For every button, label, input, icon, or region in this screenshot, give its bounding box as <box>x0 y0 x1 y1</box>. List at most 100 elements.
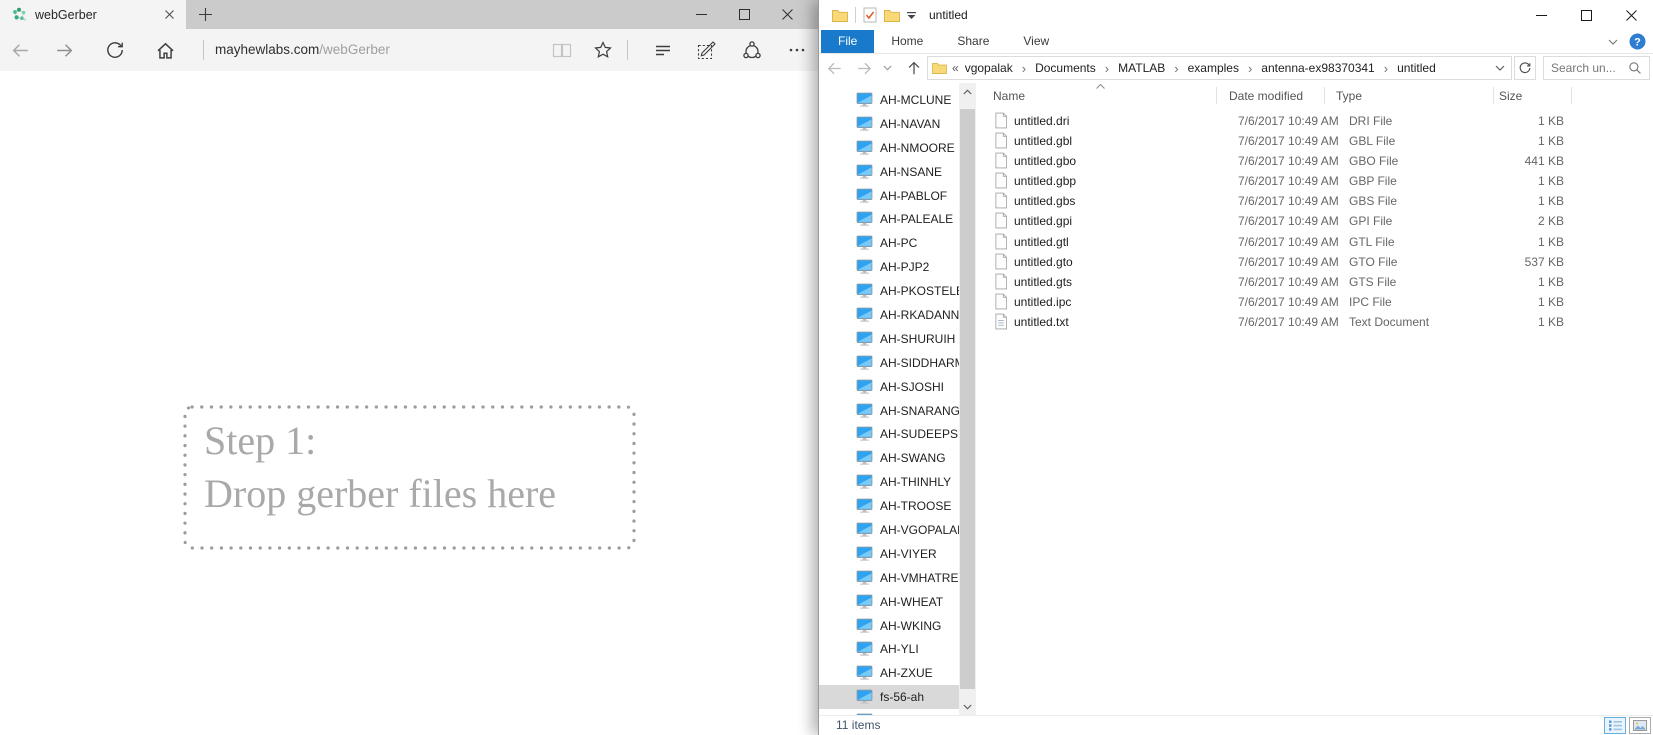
scroll-up-icon[interactable] <box>959 83 976 100</box>
file-row[interactable]: untitled.gbo 7/6/2017 10:49 AM GBO File … <box>976 151 1653 171</box>
file-row[interactable]: untitled.dri 7/6/2017 10:49 AM DRI File … <box>976 111 1653 131</box>
nav-tree-item[interactable]: AH-ZXUE <box>819 661 959 685</box>
breadcrumb-segment[interactable]: MATLAB› <box>1114 61 1183 76</box>
reading-view-icon[interactable] <box>544 29 580 71</box>
address-bar[interactable]: mayhewlabs.com/webGerber <box>215 29 390 71</box>
file-row[interactable]: untitled.gbp 7/6/2017 10:49 AM GBP File … <box>976 171 1653 191</box>
breadcrumb-segment[interactable]: examples› <box>1184 61 1258 76</box>
nav-scrollbar-thumb[interactable] <box>960 109 975 689</box>
hub-icon[interactable] <box>645 29 681 71</box>
column-separator[interactable] <box>1571 87 1572 104</box>
column-separator[interactable] <box>1493 87 1494 104</box>
breadcrumb-segment[interactable]: Documents› <box>1031 61 1114 76</box>
nav-back-icon[interactable] <box>821 56 847 80</box>
file-row[interactable]: untitled.gbs 7/6/2017 10:49 AM GBS File … <box>976 191 1653 211</box>
nav-tree-item[interactable]: AH-PC <box>819 231 959 255</box>
properties-check-icon[interactable] <box>863 7 877 23</box>
ribbon-collapse-chevron-icon[interactable] <box>1608 39 1618 45</box>
file-row[interactable]: untitled.gbl 7/6/2017 10:49 AM GBL File … <box>976 131 1653 151</box>
nav-scrollbar[interactable] <box>959 83 976 715</box>
search-icon[interactable] <box>1628 61 1642 75</box>
breadcrumb-segment[interactable]: antenna-ex98370341› <box>1257 61 1393 76</box>
browser-minimize-button[interactable] <box>680 0 723 29</box>
breadcrumb-bar[interactable]: « vgopalak› Documents› MATLAB› examples›… <box>927 56 1512 80</box>
breadcrumb-overflow-glyph[interactable]: « <box>952 61 959 75</box>
nav-tree-item[interactable]: AH-MCLUNE <box>819 88 959 112</box>
favorites-star-icon[interactable] <box>585 29 621 71</box>
search-box[interactable]: Search un... <box>1543 56 1650 80</box>
nav-tree-item[interactable]: AH-WHEAT <box>819 590 959 614</box>
details-view-button[interactable] <box>1604 717 1626 734</box>
column-header-type[interactable]: Type <box>1336 83 1362 109</box>
file-row[interactable]: untitled.txt 7/6/2017 10:49 AM Text Docu… <box>976 312 1653 332</box>
explorer-minimize-button[interactable] <box>1519 0 1564 30</box>
recent-locations-chevron-icon[interactable] <box>877 56 897 80</box>
nav-tree-item[interactable]: AH-SNARANG <box>819 399 959 423</box>
breadcrumb-segment[interactable]: vgopalak› <box>961 61 1031 76</box>
computer-monitor-icon <box>856 355 873 371</box>
nav-tree-item[interactable]: AH-PABLOF <box>819 184 959 208</box>
nav-tree-item[interactable]: AH-NSANE <box>819 160 959 184</box>
address-refresh-icon[interactable] <box>1514 56 1536 80</box>
new-folder-icon[interactable] <box>884 9 900 22</box>
help-icon[interactable]: ? <box>1629 33 1646 50</box>
folder-icon[interactable] <box>832 9 848 22</box>
nav-tree-item[interactable]: AH-PKOSTELE <box>819 279 959 303</box>
web-note-icon[interactable] <box>689 29 725 71</box>
nav-tree-item[interactable]: AH-NAVAN <box>819 112 959 136</box>
back-icon[interactable] <box>2 29 38 71</box>
nav-tree-item[interactable]: AH-SJOSHI <box>819 375 959 399</box>
home-icon[interactable] <box>147 29 183 71</box>
file-row[interactable]: untitled.gtl 7/6/2017 10:49 AM GTL File … <box>976 232 1653 252</box>
breadcrumb-segment[interactable]: untitled› <box>1393 61 1440 75</box>
tab-close-icon[interactable] <box>160 6 178 24</box>
nav-tree-item[interactable]: AH-THINHLY <box>819 470 959 494</box>
nav-tree-item[interactable]: AH-NMOORE <box>819 136 959 160</box>
nav-tree-item[interactable]: AH-TROOSE <box>819 494 959 518</box>
forward-icon[interactable] <box>46 29 82 71</box>
ribbon-tab-share[interactable]: Share <box>940 30 1006 53</box>
nav-tree-item[interactable]: AH-SIDDHARM1 <box>819 351 959 375</box>
ribbon-tab-view[interactable]: View <box>1006 30 1066 53</box>
address-dropdown-chevron-icon[interactable] <box>1495 65 1505 71</box>
column-separator[interactable] <box>1324 87 1325 104</box>
nav-up-icon[interactable] <box>901 56 927 80</box>
file-type: GBP File <box>1349 171 1397 191</box>
nav-tree-item[interactable]: AH-VIYER <box>819 542 959 566</box>
file-row[interactable]: untitled.gts 7/6/2017 10:49 AM GTS File … <box>976 272 1653 292</box>
scroll-down-icon[interactable] <box>959 698 976 715</box>
nav-tree-item[interactable]: AH-PALEALE <box>819 207 959 231</box>
column-separator[interactable] <box>1216 87 1217 104</box>
qat-customize-dropdown-icon[interactable] <box>907 12 916 19</box>
new-tab-button[interactable] <box>188 0 222 29</box>
ribbon-tab-file[interactable]: File <box>821 30 874 53</box>
file-row[interactable]: untitled.gpi 7/6/2017 10:49 AM GPI File … <box>976 211 1653 231</box>
refresh-icon[interactable] <box>97 29 133 71</box>
large-icons-view-button[interactable] <box>1629 717 1651 734</box>
column-header-name[interactable]: Name <box>993 83 1025 109</box>
browser-close-button[interactable] <box>766 0 809 29</box>
nav-tree-item[interactable]: AH-RKADANNA <box>819 303 959 327</box>
nav-tree-item[interactable]: AH-VGOPALAK <box>819 518 959 542</box>
column-header-size[interactable]: Size <box>1499 83 1522 109</box>
gerber-drop-zone[interactable]: Step 1: Drop gerber files here <box>182 404 637 551</box>
nav-tree-item[interactable]: AH-WKING <box>819 614 959 638</box>
nav-tree-item[interactable]: AH-SWANG <box>819 446 959 470</box>
browser-maximize-button[interactable] <box>723 0 766 29</box>
explorer-maximize-button[interactable] <box>1564 0 1609 30</box>
share-icon[interactable] <box>734 29 770 71</box>
file-row[interactable]: untitled.gto 7/6/2017 10:49 AM GTO File … <box>976 252 1653 272</box>
nav-forward-icon[interactable] <box>851 56 877 80</box>
nav-tree-item[interactable]: AH-VMHATRE <box>819 566 959 590</box>
nav-tree-item[interactable]: AH-PJP2 <box>819 255 959 279</box>
explorer-close-button[interactable] <box>1609 0 1653 30</box>
nav-tree-item[interactable]: AH-YLI <box>819 637 959 661</box>
nav-tree-item[interactable]: AH-SUDEEPSH <box>819 422 959 446</box>
more-options-icon[interactable] <box>779 29 815 71</box>
nav-tree-item[interactable]: fs-56-ah <box>819 685 959 709</box>
nav-tree-item[interactable]: AH-SHURUIH <box>819 327 959 351</box>
ribbon-tab-home[interactable]: Home <box>874 30 940 53</box>
column-header-date-modified[interactable]: Date modified <box>1229 83 1303 109</box>
browser-tab-webgerber[interactable]: webGerber <box>0 0 186 29</box>
file-row[interactable]: untitled.ipc 7/6/2017 10:49 AM IPC File … <box>976 292 1653 312</box>
